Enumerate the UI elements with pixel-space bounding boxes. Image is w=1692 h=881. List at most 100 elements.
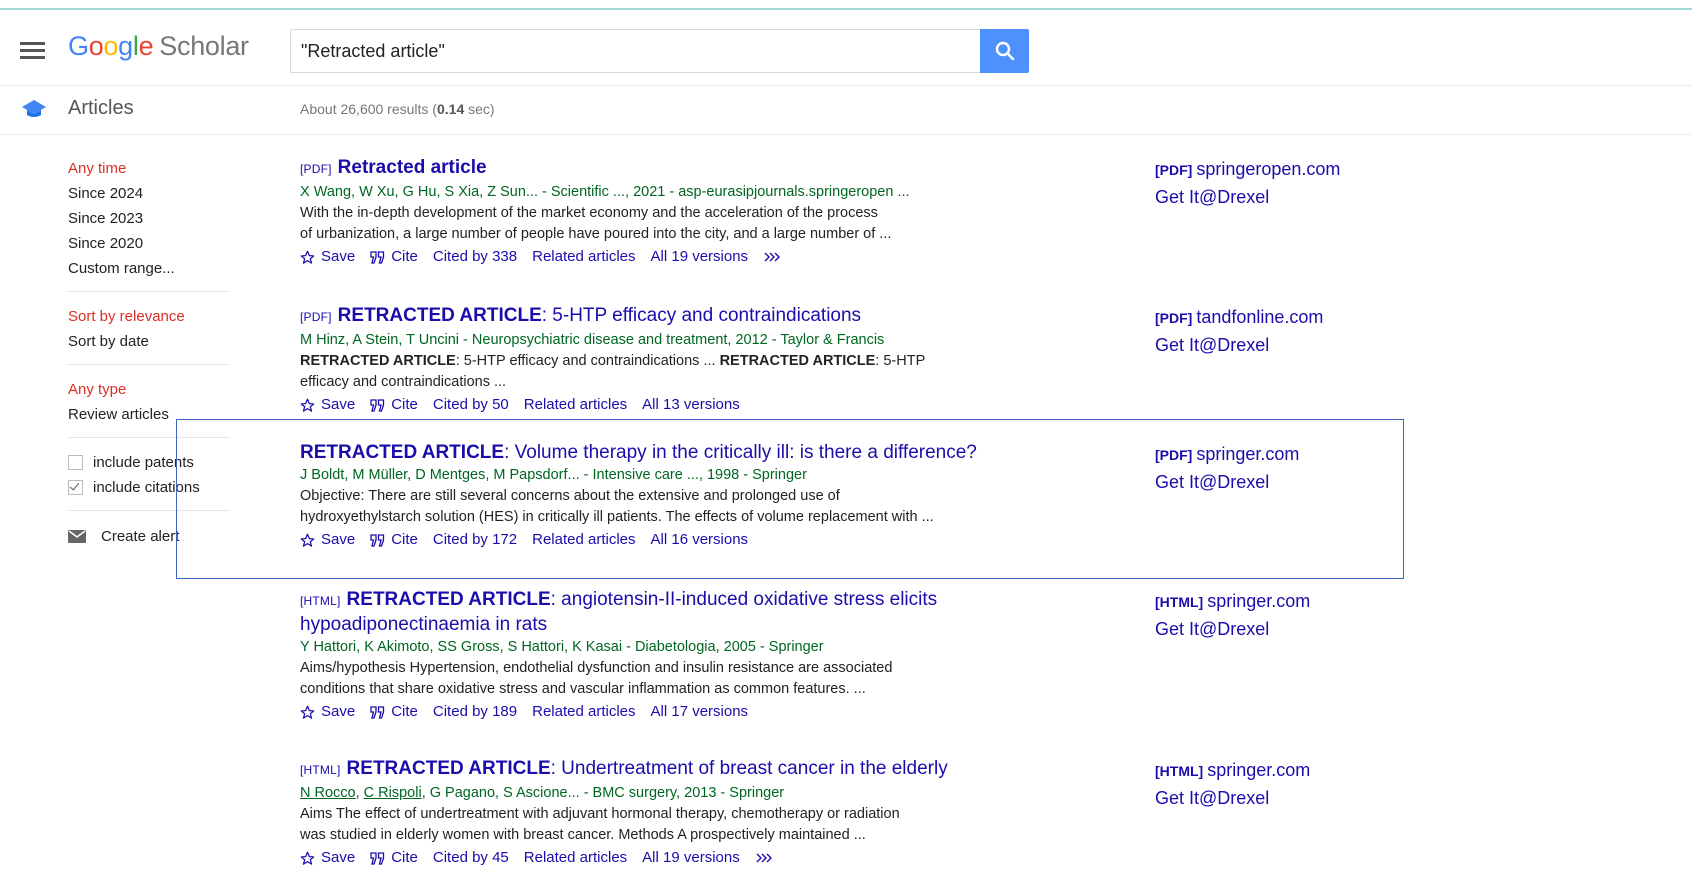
logo-scholar-text: Scholar — [159, 31, 249, 61]
graduation-cap-icon — [22, 100, 46, 117]
side-source: springer.com — [1196, 444, 1300, 464]
related-articles-link[interactable]: Related articles — [532, 700, 635, 724]
search-button[interactable] — [980, 29, 1029, 73]
related-articles-link[interactable]: Related articles — [524, 393, 627, 417]
full-text-source-link[interactable]: [HTML] springer.com — [1155, 588, 1310, 616]
filter-since-2024[interactable]: Since 2024 — [68, 181, 233, 206]
cite-button[interactable]: Cite — [370, 700, 418, 724]
checkbox-checked[interactable] — [68, 480, 83, 495]
sort-by-date[interactable]: Sort by date — [68, 329, 233, 354]
snippet-line: conditions that share oxidative stress a… — [300, 681, 866, 697]
include-patents-checkbox[interactable]: include patents — [68, 450, 233, 475]
result-side-links: [PDF] tandfonline.com Get It@Drexel — [1155, 304, 1323, 359]
result-title-link[interactable]: [PDF] Retracted article — [300, 156, 1020, 181]
title-bold: RETRACTED ARTICLE — [337, 305, 542, 326]
result-title-link[interactable]: RETRACTED ARTICLE: Volume therapy in the… — [300, 441, 1020, 464]
get-it-drexel-link[interactable]: Get It@Drexel — [1155, 469, 1299, 496]
cite-button[interactable]: Cite — [370, 846, 418, 870]
star-icon — [300, 533, 315, 547]
filter-any-type[interactable]: Any type — [68, 377, 233, 402]
all-versions-link[interactable]: All 19 versions — [642, 846, 740, 870]
result-title-link[interactable]: [PDF] RETRACTED ARTICLE: 5-HTP efficacy a… — [300, 304, 1020, 329]
result-snippet: With the in-depth development of the mar… — [300, 203, 1020, 245]
cite-button[interactable]: Cite — [370, 245, 418, 269]
author-separator: , — [355, 785, 364, 801]
divider — [68, 510, 230, 511]
result-title-link[interactable]: [HTML] RETRACTED ARTICLE: angiotensin-II-… — [300, 588, 1020, 636]
author-profile-link[interactable]: N Rocco — [300, 785, 356, 801]
side-format-tag: [HTML] — [1155, 594, 1204, 610]
result-side-links: [PDF] springeropen.com Get It@Drexel — [1155, 156, 1340, 211]
more-double-chevron-icon[interactable] — [755, 852, 779, 864]
format-tag: [HTML] — [300, 594, 341, 608]
get-it-drexel-link[interactable]: Get It@Drexel — [1155, 184, 1340, 211]
include-citations-checkbox[interactable]: include citations — [68, 475, 233, 500]
more-double-chevron-icon[interactable] — [763, 251, 787, 263]
result-title-link[interactable]: [HTML] RETRACTED ARTICLE: Undertreatment … — [300, 757, 1020, 782]
side-source: tandfonline.com — [1196, 307, 1324, 327]
related-articles-link[interactable]: Related articles — [532, 528, 635, 552]
result-actions: Save Cite Cited by 45 Related articles A… — [300, 846, 1020, 870]
result-snippet: Aims The effect of undertreatment with a… — [300, 804, 1020, 846]
cited-by-link[interactable]: Cited by 45 — [433, 846, 509, 870]
results-count-prefix: About 26,600 results ( — [300, 101, 437, 117]
save-button[interactable]: Save — [300, 528, 355, 552]
filter-custom-range[interactable]: Custom range... — [68, 256, 233, 281]
filter-since-2023[interactable]: Since 2023 — [68, 206, 233, 231]
cited-by-link[interactable]: Cited by 50 — [433, 393, 509, 417]
author-profile-link[interactable]: C Rispoli — [364, 785, 422, 801]
format-tag: [PDF] — [300, 310, 332, 324]
snippet-bold: RETRACTED ARTICLE — [300, 353, 456, 369]
get-it-drexel-link[interactable]: Get It@Drexel — [1155, 332, 1323, 359]
related-articles-link[interactable]: Related articles — [532, 245, 635, 269]
title-rest: : Volume therapy in the critically ill: … — [504, 442, 977, 463]
checkbox-label: include patents — [93, 454, 194, 471]
star-icon — [300, 705, 315, 719]
full-text-source-link[interactable]: [PDF] springeropen.com — [1155, 156, 1340, 184]
all-versions-link[interactable]: All 13 versions — [642, 393, 740, 417]
articles-label[interactable]: Articles — [68, 97, 134, 120]
all-versions-link[interactable]: All 19 versions — [651, 245, 749, 269]
title-bold: RETRACTED ARTICLE — [300, 442, 505, 463]
cite-label: Cite — [391, 396, 418, 413]
all-versions-link[interactable]: All 17 versions — [651, 700, 749, 724]
full-text-source-link[interactable]: [PDF] tandfonline.com — [1155, 304, 1323, 332]
cited-by-link[interactable]: Cited by 189 — [433, 700, 517, 724]
logo-letter: G — [68, 31, 89, 61]
save-button[interactable]: Save — [300, 245, 355, 269]
get-it-drexel-link[interactable]: Get It@Drexel — [1155, 616, 1310, 643]
create-alert-button[interactable]: Create alert — [68, 523, 233, 549]
cited-by-link[interactable]: Cited by 338 — [433, 245, 517, 269]
format-tag: [HTML] — [300, 763, 341, 777]
snippet-bold: RETRACTED ARTICLE — [719, 353, 876, 369]
google-scholar-logo[interactable]: Google Scholar — [68, 31, 249, 62]
results-count-suffix: sec) — [464, 101, 495, 117]
menu-icon[interactable] — [20, 42, 45, 59]
star-icon — [300, 398, 315, 412]
cite-button[interactable]: Cite — [370, 393, 418, 417]
cite-button[interactable]: Cite — [370, 528, 418, 552]
result-authors: M Hinz, A Stein, T Uncini - Neuropsychia… — [300, 332, 885, 348]
full-text-source-link[interactable]: [PDF] springer.com — [1155, 441, 1299, 469]
get-it-drexel-link[interactable]: Get It@Drexel — [1155, 785, 1310, 812]
search-icon — [995, 41, 1014, 61]
snippet-line: hydroxyethylstarch solution (HES) in cri… — [300, 509, 934, 525]
related-articles-link[interactable]: Related articles — [524, 846, 627, 870]
checkbox-unchecked[interactable] — [68, 455, 83, 470]
logo-letter: o — [103, 31, 119, 61]
filter-any-time[interactable]: Any time — [68, 156, 233, 181]
envelope-icon — [68, 529, 86, 543]
sort-by-relevance[interactable]: Sort by relevance — [68, 304, 233, 329]
search-input[interactable] — [290, 29, 980, 73]
quote-icon — [370, 533, 385, 547]
save-button[interactable]: Save — [300, 700, 355, 724]
full-text-source-link[interactable]: [HTML] springer.com — [1155, 757, 1310, 785]
all-versions-link[interactable]: All 16 versions — [651, 528, 749, 552]
side-format-tag: [PDF] — [1155, 447, 1193, 463]
save-button[interactable]: Save — [300, 846, 355, 870]
filter-review-articles[interactable]: Review articles — [68, 402, 233, 427]
save-button[interactable]: Save — [300, 393, 355, 417]
filter-since-2020[interactable]: Since 2020 — [68, 231, 233, 256]
result-side-links: [HTML] springer.com Get It@Drexel — [1155, 588, 1310, 643]
cited-by-link[interactable]: Cited by 172 — [433, 528, 517, 552]
